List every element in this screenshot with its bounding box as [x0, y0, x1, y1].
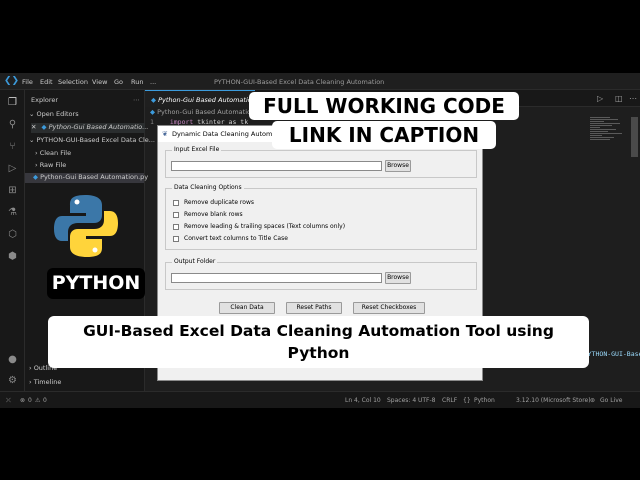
caption-line-2: Python — [287, 344, 350, 362]
chevron-right-icon: › — [35, 161, 38, 169]
menu-run[interactable]: Run — [131, 78, 143, 86]
breadcrumb[interactable]: ◆ Python-Gui Based Automation — [150, 108, 255, 116]
input-file-group: Input Excel File Browse — [165, 146, 477, 178]
testing-icon[interactable]: ⚗ — [6, 206, 19, 219]
extensions-icon[interactable]: ⊞ — [6, 184, 19, 197]
tab-python-file[interactable]: ◆ Python-Gui Based Automation.p — [145, 90, 255, 107]
close-icon[interactable]: ✕ — [31, 123, 36, 131]
caption-line-1: GUI-Based Excel Data Cleaning Automation… — [83, 322, 554, 340]
chevron-right-icon: › — [29, 378, 32, 386]
menu-selection[interactable]: Selection — [58, 78, 88, 86]
menu-file[interactable]: File — [22, 78, 33, 86]
checkbox[interactable] — [173, 199, 179, 206]
activity-bar: ❐ ⚲ ⑂ ▷ ⊞ ⚗ ⬡ ⬢ ● ⚙ — [0, 90, 25, 391]
options-group-label: Data Cleaning Options — [172, 184, 244, 191]
go-live-button[interactable]: Go Live — [600, 397, 622, 404]
search-icon[interactable]: ⚲ — [6, 118, 19, 131]
errors-icon[interactable]: ⊗ — [20, 397, 25, 404]
title-bar: ❮❯ File Edit Selection View Go Run ... P… — [0, 73, 640, 90]
settings-gear-icon[interactable]: ⚙ — [6, 374, 19, 387]
split-editor-icon[interactable]: ◫ — [615, 94, 623, 103]
open-editors-section[interactable]: ⌄ Open Editors — [29, 110, 79, 118]
checkbox[interactable] — [173, 211, 179, 218]
open-editor-item[interactable]: ✕ ◆ Python-Gui Based Automatio... — [31, 123, 148, 133]
indentation[interactable]: Spaces: 4 — [387, 397, 416, 404]
tree-item-python-file[interactable]: ◆ Python-Gui Based Automation.py — [25, 173, 148, 183]
reset-paths-button[interactable]: Reset Paths — [286, 302, 342, 314]
option-trim-spaces[interactable]: Remove leading & trailing spaces (Text c… — [173, 223, 345, 232]
python-badge: PYTHON — [47, 268, 145, 299]
project-folder-label: PYTHON-GUI-Based Excel Data Cle... — [36, 136, 155, 144]
status-bar: ⤫ ⊗ 0 ⚠ 0 Ln 4, Col 10 Spaces: 4 UTF-8 C… — [0, 391, 640, 408]
run-python-icon[interactable]: ▷ — [597, 94, 603, 103]
source-control-icon[interactable]: ⑂ — [6, 140, 19, 153]
python-extension-icon[interactable]: ⬢ — [6, 250, 19, 263]
chevron-right-icon: › — [35, 149, 38, 157]
timeline-section[interactable]: › Timeline — [29, 378, 61, 386]
tab-label: Python-Gui Based Automation.p — [158, 96, 255, 104]
reset-checkboxes-button[interactable]: Reset Checkboxes — [353, 302, 425, 314]
option-remove-duplicates[interactable]: Remove duplicate rows — [173, 199, 254, 208]
encoding[interactable]: UTF-8 — [418, 397, 436, 404]
warnings-count[interactable]: 0 — [43, 397, 47, 404]
chevron-right-icon: › — [29, 364, 32, 372]
python-file-icon: ◆ — [33, 173, 38, 181]
project-folder[interactable]: ⌄ PYTHON-GUI-Based Excel Data Cle... — [29, 136, 155, 144]
python-file-icon: ◆ — [150, 108, 155, 116]
remote-explorer-icon[interactable]: ⬡ — [6, 228, 19, 241]
video-caption: GUI-Based Excel Data Cleaning Automation… — [48, 316, 589, 368]
input-browse-button[interactable]: Browse — [385, 160, 411, 172]
open-editor-filename: Python-Gui Based Automatio... — [48, 123, 149, 131]
warnings-icon[interactable]: ⚠ — [35, 397, 40, 404]
editor-scrollbar[interactable] — [631, 117, 638, 157]
python-interpreter[interactable]: 3.12.10 (Microsoft Store) — [516, 397, 591, 404]
option-title-case[interactable]: Convert text columns to Title Case — [173, 235, 288, 244]
go-live-icon: ⊛ — [590, 397, 596, 404]
menu-view[interactable]: View — [92, 78, 107, 86]
tk-feather-icon: ❦ — [162, 130, 168, 138]
python-file-icon: ◆ — [151, 96, 156, 104]
option-remove-blank-rows[interactable]: Remove blank rows — [173, 211, 243, 220]
cleaning-options-group: Data Cleaning Options Remove duplicate r… — [165, 184, 477, 250]
explorer-icon[interactable]: ❐ — [6, 96, 19, 109]
cursor-position[interactable]: Ln 4, Col 10 — [345, 397, 381, 404]
chevron-down-icon: ⌄ — [29, 110, 35, 118]
breadcrumb-file: Python-Gui Based Automation — [157, 108, 256, 116]
menu-more[interactable]: ... — [150, 78, 156, 86]
menu-go[interactable]: Go — [114, 78, 123, 86]
checkbox[interactable] — [173, 235, 179, 242]
window-title: PYTHON-GUI-Based Excel Data Cleaning Aut… — [214, 78, 385, 86]
tree-item-clean-file[interactable]: › Clean File — [35, 149, 71, 157]
explorer-header: Explorer — [31, 96, 59, 104]
headline-line-1: FULL WORKING CODE — [249, 92, 519, 120]
output-browse-button[interactable]: Browse — [385, 272, 411, 284]
output-folder-group: Output Folder Browse — [165, 258, 477, 290]
vscode-logo-icon: ❮❯ — [4, 76, 20, 86]
input-file-entry[interactable] — [171, 161, 382, 171]
account-avatar-icon[interactable]: ● — [6, 353, 19, 366]
open-editors-label: Open Editors — [36, 110, 79, 118]
explorer-more-icon[interactable]: ⋯ — [133, 96, 140, 104]
tree-item-raw-file[interactable]: › Raw File — [35, 161, 66, 169]
line-number: 1 — [150, 118, 154, 126]
headline-line-2: LINK IN CAPTION — [272, 121, 496, 149]
run-debug-icon[interactable]: ▷ — [6, 162, 19, 175]
more-actions-icon[interactable]: ⋯ — [629, 94, 637, 103]
output-group-label: Output Folder — [172, 258, 218, 265]
menu-edit[interactable]: Edit — [40, 78, 53, 86]
input-group-label: Input Excel File — [172, 146, 222, 153]
errors-count[interactable]: 0 — [28, 397, 32, 404]
python-file-icon: ◆ — [41, 123, 47, 131]
line-endings[interactable]: CRLF — [442, 397, 457, 404]
language-mode[interactable]: Python — [474, 397, 495, 404]
braces-icon: {} — [463, 397, 471, 404]
clean-data-button[interactable]: Clean Data — [219, 302, 275, 314]
checkbox[interactable] — [173, 223, 179, 230]
minimap[interactable] — [590, 117, 630, 177]
output-folder-entry[interactable] — [171, 273, 382, 283]
remote-icon[interactable]: ⤫ — [6, 397, 11, 405]
chevron-down-icon: ⌄ — [29, 136, 35, 144]
python-logo-icon — [54, 195, 118, 257]
video-frame: ❮❯ File Edit Selection View Go Run ... P… — [0, 0, 640, 480]
